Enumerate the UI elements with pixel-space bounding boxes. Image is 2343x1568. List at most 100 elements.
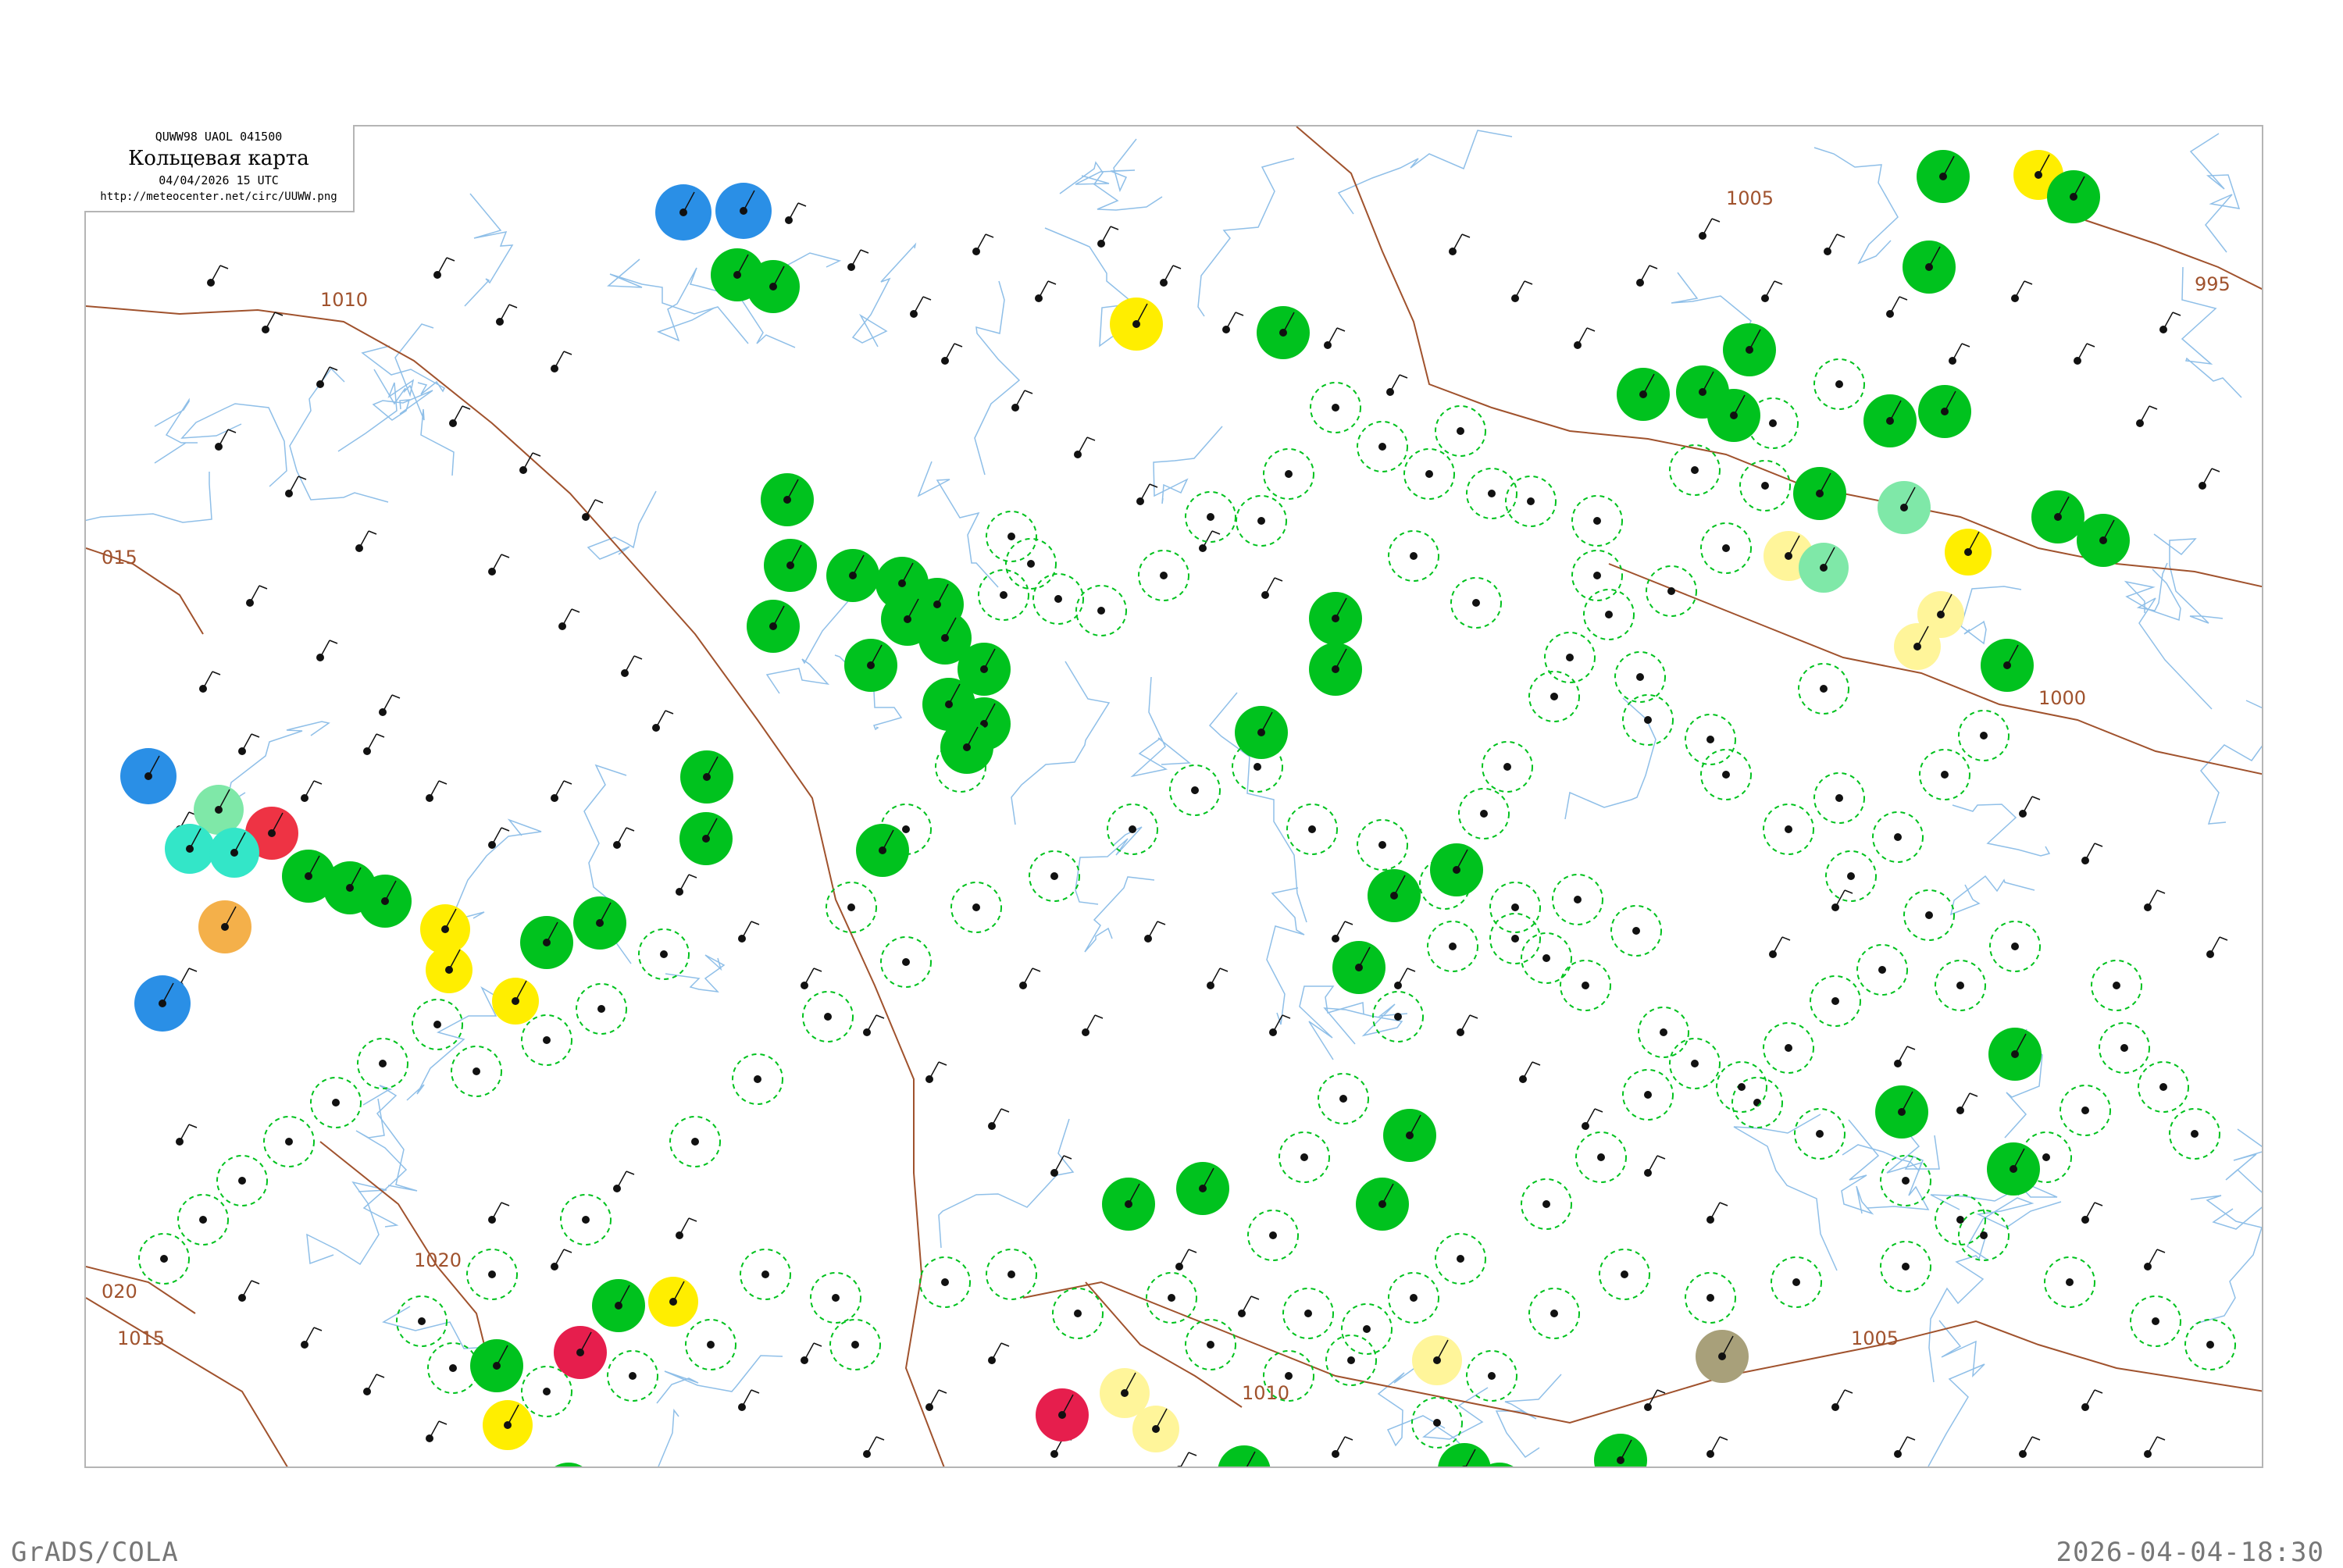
river-line <box>1153 426 1223 504</box>
station-plot <box>1011 390 1033 412</box>
isobar-label: 1005 <box>1726 187 1774 209</box>
wind-barb-tick <box>2094 1202 2103 1206</box>
station-plot <box>863 1014 885 1036</box>
wind-barb-tick <box>1594 1108 1603 1113</box>
station-dot <box>1980 1231 1988 1239</box>
wind-barb <box>1897 1436 1908 1455</box>
station-plot <box>738 921 760 943</box>
wind-barb-tick <box>368 530 377 535</box>
wind-barb-tick <box>1399 374 1408 379</box>
highlighted-station <box>1707 389 1760 442</box>
highlighted-station <box>1036 1388 1089 1441</box>
station-plot <box>1457 1014 1478 1036</box>
dashed-station <box>986 1249 1037 1300</box>
map-time: 04/04/2026 15 UTC <box>159 173 279 187</box>
map-url[interactable]: http://meteocenter.net/circ/UUWW.png <box>84 191 353 203</box>
dashed-station <box>732 1053 783 1105</box>
wind-barb-tick <box>313 780 323 785</box>
station-dot <box>2206 1341 2214 1349</box>
wind-barb <box>499 304 510 323</box>
wind-barb <box>1085 1014 1096 1033</box>
wind-barb-tick <box>922 296 932 301</box>
dashed-station <box>1521 1178 1572 1230</box>
wind-barb-tick <box>954 343 963 347</box>
highlighted-station <box>1332 941 1385 994</box>
station-plot <box>488 1202 510 1224</box>
highlighted-station <box>2031 490 2084 543</box>
wind-barb <box>1772 936 1783 955</box>
station-plot <box>925 1389 947 1411</box>
dashed-station <box>1005 538 1057 590</box>
highlighted-station <box>1218 1445 1271 1466</box>
station-plot <box>2019 796 2041 818</box>
station-dot <box>2042 1153 2050 1161</box>
dashed-station <box>357 1038 408 1089</box>
rivers-layer <box>86 130 2262 1466</box>
station-dot <box>1956 1216 1964 1224</box>
dashed-station <box>1614 651 1666 703</box>
station-dot <box>1941 771 1949 779</box>
dashed-station <box>1489 913 1541 964</box>
station-dot <box>1488 490 1496 497</box>
station-plot <box>1769 936 1791 958</box>
dashed-station <box>396 1295 448 1347</box>
river-line <box>1059 161 1163 211</box>
highlighted-station <box>1917 150 1970 203</box>
dashed-station <box>986 511 1037 562</box>
station-plot <box>2081 843 2103 864</box>
highlighted-station <box>1383 1109 1436 1162</box>
station-dot <box>1722 771 1730 779</box>
dashed-station <box>669 1116 721 1167</box>
highlighted-station <box>1617 368 1670 421</box>
station-dot <box>199 1216 207 1224</box>
highlighted-station <box>1412 1335 1462 1385</box>
highlighted-station <box>1309 643 1362 696</box>
station-dot <box>629 1372 637 1380</box>
wind-barb-tick <box>313 1327 323 1331</box>
wind-barb-tick <box>212 671 221 675</box>
isobar-line <box>1296 127 2262 588</box>
dashed-station <box>1372 991 1424 1042</box>
highlighted-station <box>1132 1406 1179 1452</box>
dashed-station <box>1622 694 1674 746</box>
wind-barb <box>616 1171 627 1189</box>
wind-barb-tick <box>1110 226 1119 230</box>
wind-barb <box>304 780 315 799</box>
station-plot <box>426 1420 448 1442</box>
highlighted-station <box>1981 639 2034 692</box>
dashed-station <box>310 1077 362 1128</box>
station-plot <box>676 874 697 896</box>
isobar-line <box>2084 219 2262 290</box>
station-plot <box>676 1217 697 1239</box>
station-plot <box>1644 1389 1666 1411</box>
station-plot <box>738 1389 760 1411</box>
station-dot <box>1878 966 1886 974</box>
wind-barb-tick <box>2156 1436 2166 1441</box>
station-plot <box>285 476 307 497</box>
wind-barb <box>2014 280 2025 299</box>
dashed-station <box>1341 1303 1393 1355</box>
station-dot <box>1902 1263 1910 1270</box>
wind-barb-tick <box>2172 312 2181 316</box>
station-dot <box>691 1138 699 1146</box>
dashed-station <box>1763 1022 1814 1074</box>
wind-barb <box>304 1327 315 1345</box>
wind-barb <box>1710 1436 1721 1455</box>
river-line <box>2212 1128 2262 1230</box>
dashed-station <box>263 1116 315 1167</box>
wind-barb <box>1647 1155 1658 1174</box>
station-dot <box>1378 841 1386 849</box>
dashed-station <box>1794 1108 1846 1160</box>
isobars-layer: 1010100510009951015102010051010015020 <box>86 127 2262 1466</box>
wind-barb <box>851 249 861 268</box>
station-dot <box>1425 470 1433 478</box>
wind-barb <box>2163 312 2174 330</box>
station-plot <box>176 1124 198 1146</box>
wind-barb <box>1147 921 1158 939</box>
station-dot <box>1550 693 1558 700</box>
dashed-station <box>1716 1061 1767 1113</box>
isobar-label: 995 <box>2195 273 2231 295</box>
station-plot <box>551 1249 572 1270</box>
wind-barb <box>1522 1061 1533 1080</box>
station-plot <box>1831 889 1853 911</box>
